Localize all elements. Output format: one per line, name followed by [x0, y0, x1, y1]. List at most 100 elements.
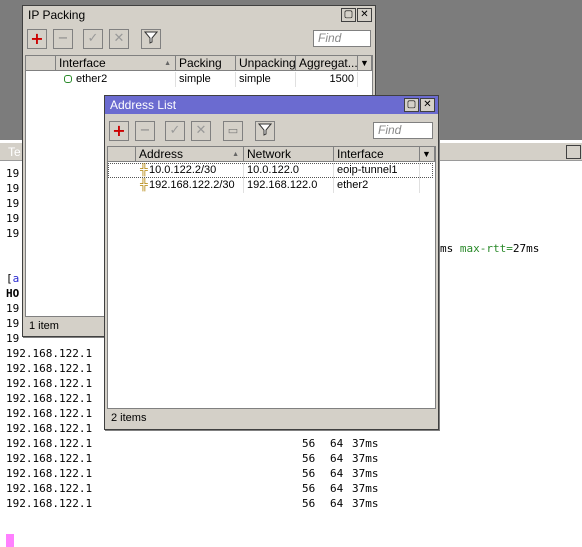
ping-host: 192.168.122.1 [6, 347, 93, 360]
address-icon: ╬ [140, 179, 148, 191]
close-icon[interactable]: ✕ [420, 98, 435, 112]
sort-asc-icon: ▲ [232, 151, 239, 158]
ip-packing-titlebar[interactable]: IP Packing ▢ ✕ [23, 6, 375, 24]
address-value: 192.168.122.2/30 [149, 179, 235, 191]
cell-interface: eoip-tunnel1 [334, 163, 420, 178]
find-input[interactable]: Find [313, 30, 371, 47]
window-title: IP Packing [28, 8, 86, 22]
terminal-line: 19 [6, 332, 20, 345]
cell-unpacking: simple [236, 72, 296, 87]
ping-ttl: 64 [330, 497, 344, 510]
menu-dropdown-icon[interactable]: ▼ [420, 147, 435, 162]
header-label: Interface [59, 56, 106, 70]
terminal-line: 19 [6, 212, 20, 225]
ping-row: 192.168.122.1 [6, 406, 92, 421]
cell-interface: ether2 [334, 178, 420, 193]
ping-time: 37ms [352, 437, 379, 450]
ping-host: 192.168.122.1 [6, 392, 93, 405]
remove-icon[interactable]: − [135, 121, 155, 141]
column-header-blank [26, 56, 56, 71]
status-bar: 2 items [107, 408, 436, 427]
ping-row: 192.168.122.1 [6, 361, 92, 376]
column-header-fragment: HO [6, 287, 20, 300]
disable-icon[interactable]: ✕ [109, 29, 129, 49]
filter-icon[interactable] [141, 29, 161, 49]
ping-host: 192.168.122.1 [6, 467, 93, 480]
column-header-interface[interactable]: Interface ▲ [56, 56, 176, 71]
prompt-bracket: [ [6, 272, 13, 285]
enable-icon[interactable]: ✓ [83, 29, 103, 49]
address-list-table[interactable]: Address ▲ Network Interface ▼ ╬10.0.122.2… [107, 146, 436, 409]
ping-row: 192.168.122.1 [6, 421, 92, 436]
stats-prefix: ms [440, 242, 460, 255]
column-header-unpacking[interactable]: Unpacking [236, 56, 296, 71]
column-header-aggregated[interactable]: Aggregat... [296, 56, 358, 71]
ping-ttl: 64 [330, 452, 344, 465]
ping-host: 192.168.122.1 [6, 362, 93, 375]
ping-stats-fragment: ms max-rtt=27ms [440, 241, 539, 256]
ip-packing-toolbar: + − ✓ ✕ Find [25, 26, 373, 52]
column-header-network[interactable]: Network [244, 147, 334, 162]
menu-dropdown-icon[interactable]: ▼ [358, 56, 372, 71]
ping-host: 192.168.122.1 [6, 422, 93, 435]
ping-ttl: 64 [330, 467, 344, 480]
cell-address: ╬10.0.122.2/30 [136, 163, 244, 178]
find-input[interactable]: Find [373, 122, 433, 139]
terminal-line: 19 [6, 182, 20, 195]
terminal-line: 19 [6, 302, 20, 315]
ping-time: 37ms [352, 482, 379, 495]
terminal-title: Te [8, 145, 21, 159]
comment-icon[interactable]: ▭ [223, 121, 243, 141]
ping-row: 192.168.122.1 [6, 436, 92, 451]
ping-size: 56 [302, 452, 316, 465]
table-row[interactable]: ╬10.0.122.2/30 10.0.122.0 eoip-tunnel1 [108, 163, 433, 178]
cell-address: ╬192.168.122.2/30 [136, 178, 244, 193]
ping-size: 56 [302, 467, 316, 480]
cell-aggregated: 1500 [296, 72, 358, 87]
column-header-interface[interactable]: Interface [334, 147, 420, 162]
table-row[interactable]: ╬192.168.122.2/30 192.168.122.0 ether2 [108, 178, 433, 193]
maximize-icon[interactable]: ▢ [404, 98, 419, 112]
ping-row: 192.168.122.1 [6, 391, 92, 406]
running-dot-icon [64, 75, 72, 84]
terminal-line: 19 [6, 317, 20, 330]
terminal-line: 19 [6, 197, 20, 210]
maximize-icon[interactable]: ▢ [341, 8, 356, 22]
address-list-titlebar[interactable]: Address List ▢ ✕ [105, 96, 438, 114]
filter-icon[interactable] [255, 121, 275, 141]
add-icon[interactable]: + [109, 121, 129, 141]
terminal-line: 19 [6, 227, 20, 240]
ping-row: 192.168.122.1 [6, 466, 92, 481]
cell-network: 192.168.122.0 [244, 178, 334, 193]
close-icon[interactable]: ✕ [357, 8, 372, 22]
ping-time: 37ms [352, 497, 379, 510]
header-label: Address [139, 147, 184, 161]
add-icon[interactable]: + [27, 29, 47, 49]
cell-packing: simple [176, 72, 236, 87]
ping-ttl: 64 [330, 437, 344, 450]
table-row[interactable]: ether2 simple simple 1500 [26, 72, 372, 87]
address-list-window[interactable]: Address List ▢ ✕ + − ✓ ✕ ▭ Find Address ▲… [104, 95, 439, 430]
ping-host: 192.168.122.1 [6, 497, 93, 510]
ping-row: 192.168.122.1 [6, 496, 92, 511]
ping-row: 192.168.122.1 [6, 376, 92, 391]
ping-time: 37ms [352, 467, 379, 480]
remove-icon[interactable]: − [53, 29, 73, 49]
terminal-cursor [6, 534, 14, 547]
ping-row: 192.168.122.1 [6, 346, 92, 361]
cell-interface: ether2 [56, 72, 176, 87]
address-icon: ╬ [140, 164, 148, 176]
column-header-packing[interactable]: Packing [176, 56, 236, 71]
ping-host: 192.168.122.1 [6, 377, 93, 390]
window-title: Address List [110, 98, 177, 112]
stats-key: max-rtt= [459, 242, 513, 255]
prompt-fragment: [a [6, 271, 19, 286]
ping-size: 56 [302, 497, 316, 510]
disable-icon[interactable]: ✕ [191, 121, 211, 141]
cell-network: 10.0.122.0 [244, 163, 334, 178]
column-header-address[interactable]: Address ▲ [136, 147, 244, 162]
terminal-line: 19 [6, 167, 20, 180]
stats-value: 27ms [512, 242, 540, 255]
enable-icon[interactable]: ✓ [165, 121, 185, 141]
terminal-title-button[interactable] [566, 145, 581, 159]
